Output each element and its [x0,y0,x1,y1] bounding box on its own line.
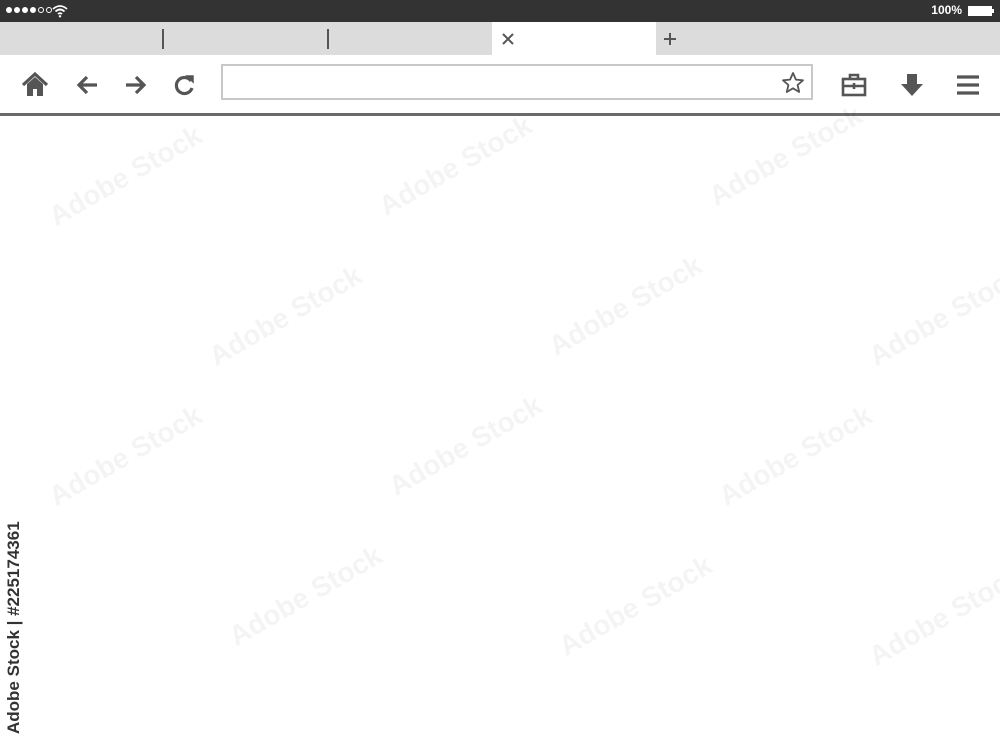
reload-icon[interactable] [170,71,198,99]
close-icon[interactable] [500,31,516,47]
wifi-icon [52,5,68,18]
star-icon[interactable] [781,71,805,95]
menu-icon[interactable] [954,71,982,99]
status-bar: 100% [0,0,1000,22]
battery-icon [968,6,994,16]
home-icon[interactable] [21,71,49,99]
battery-percentage: 100% [931,3,962,17]
plus-icon[interactable] [662,31,678,47]
download-icon[interactable] [898,71,926,99]
briefcase-icon[interactable] [840,71,868,99]
stock-id-label: Adobe Stock | #225174361 [4,521,23,734]
url-input[interactable] [231,72,775,94]
browser-toolbar [0,55,1000,116]
tab-2[interactable] [164,22,328,55]
tab-1[interactable] [0,22,164,55]
page-content [0,116,1000,750]
address-bar[interactable] [221,64,813,100]
tab-strip [0,22,1000,55]
tab-3[interactable] [329,22,492,55]
back-arrow-icon[interactable] [74,71,102,99]
forward-arrow-icon[interactable] [121,71,149,99]
tab-active[interactable] [492,22,656,55]
signal-strength-icon [6,7,52,13]
